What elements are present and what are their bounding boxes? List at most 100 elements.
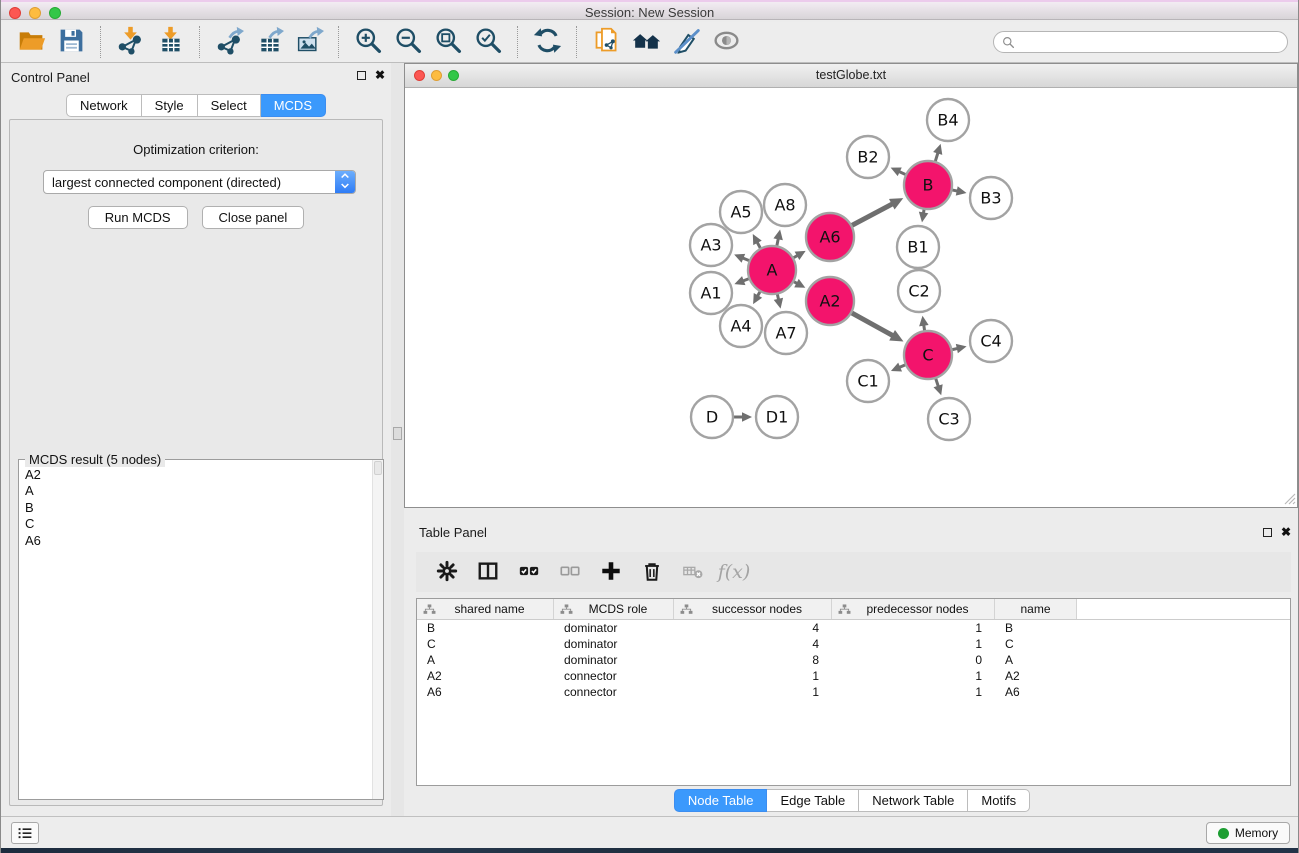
graph-node-C1[interactable]: C1	[847, 360, 889, 402]
save-session-button[interactable]	[51, 24, 91, 60]
memory-button[interactable]: Memory	[1206, 822, 1290, 844]
task-history-button[interactable]	[11, 822, 39, 844]
home-view-button[interactable]	[626, 24, 666, 60]
graph-node-C2[interactable]: C2	[898, 270, 940, 312]
graph-node-B3[interactable]: B3	[970, 177, 1012, 219]
import-network-button[interactable]	[110, 24, 150, 60]
column-header-shared-name[interactable]: shared name	[417, 599, 554, 619]
graph-node-D[interactable]: D	[691, 396, 733, 438]
table-cell[interactable]: 1	[832, 668, 995, 684]
graph-node-B4[interactable]: B4	[927, 99, 969, 141]
table-cell[interactable]: A6	[995, 684, 1077, 700]
tab-edge-table[interactable]: Edge Table	[767, 789, 859, 812]
graph-node-A6[interactable]: A6	[806, 213, 854, 261]
table-cell[interactable]: 8	[674, 652, 832, 668]
result-scrollbar[interactable]	[372, 460, 383, 799]
mcds-result-item[interactable]: A6	[25, 533, 366, 549]
export-image-button[interactable]	[289, 24, 329, 60]
open-file-button[interactable]	[11, 24, 51, 60]
panel-divider[interactable]	[391, 63, 404, 816]
graph-node-C4[interactable]: C4	[970, 320, 1012, 362]
annotation-mode-button[interactable]	[666, 24, 706, 60]
table-cell[interactable]: dominator	[554, 652, 674, 668]
table-cell[interactable]: A	[995, 652, 1077, 668]
table-cell[interactable]: A6	[417, 684, 554, 700]
graph-node-A[interactable]: A	[748, 246, 796, 294]
tab-network-table[interactable]: Network Table	[859, 789, 968, 812]
tab-network[interactable]: Network	[66, 94, 142, 117]
graph-node-A8[interactable]: A8	[764, 184, 806, 226]
tab-node-table[interactable]: Node Table	[674, 789, 768, 812]
table-cell[interactable]: dominator	[554, 620, 674, 636]
column-header-MCDS-role[interactable]: MCDS role	[554, 599, 674, 619]
graph-node-C[interactable]: C	[904, 331, 952, 379]
table-settings-button[interactable]	[432, 557, 462, 587]
delete-row-button[interactable]	[637, 557, 667, 587]
edge-A6-B[interactable]	[849, 203, 893, 226]
table-cell[interactable]: 1	[832, 636, 995, 652]
table-cell[interactable]: B	[995, 620, 1077, 636]
table-cell[interactable]: 4	[674, 636, 832, 652]
graph-node-A1[interactable]: A1	[690, 272, 732, 314]
zoom-selected-button[interactable]	[468, 24, 508, 60]
mcds-result-item[interactable]: B	[25, 500, 366, 516]
table-cell[interactable]: B	[417, 620, 554, 636]
table-cell[interactable]: 1	[832, 620, 995, 636]
zoom-out-button[interactable]	[388, 24, 428, 60]
table-cell[interactable]: C	[417, 636, 554, 652]
table-cell[interactable]: 1	[832, 684, 995, 700]
graph-node-A7[interactable]: A7	[765, 312, 807, 354]
export-network-button[interactable]	[209, 24, 249, 60]
table-cell[interactable]: connector	[554, 684, 674, 700]
mcds-result-list[interactable]: A2ABCA6	[20, 463, 371, 798]
table-cell[interactable]: 1	[674, 684, 832, 700]
zoom-fit-button[interactable]	[428, 24, 468, 60]
graph-node-A3[interactable]: A3	[690, 224, 732, 266]
close-panel-button[interactable]: Close panel	[202, 206, 305, 229]
network-window-titlebar[interactable]: testGlobe.txt	[405, 64, 1297, 88]
table-cell[interactable]: 4	[674, 620, 832, 636]
resize-grip-icon[interactable]	[1282, 491, 1296, 505]
refresh-network-button[interactable]	[527, 24, 567, 60]
divider-handle[interactable]	[393, 427, 402, 440]
column-header-successor-nodes[interactable]: successor nodes	[674, 599, 832, 619]
mcds-result-item[interactable]: A2	[25, 467, 366, 483]
show-hide-panel-button[interactable]	[706, 24, 746, 60]
mcds-result-item[interactable]: A	[25, 483, 366, 499]
export-table-button[interactable]	[249, 24, 289, 60]
graph-node-B1[interactable]: B1	[897, 226, 939, 268]
column-header-predecessor-nodes[interactable]: predecessor nodes	[832, 599, 995, 619]
mcds-result-item[interactable]: C	[25, 516, 366, 532]
tab-mcds[interactable]: MCDS	[261, 94, 326, 117]
table-cell[interactable]: A	[417, 652, 554, 668]
import-table-button[interactable]	[150, 24, 190, 60]
column-header-name[interactable]: name	[995, 599, 1077, 619]
tab-motifs[interactable]: Motifs	[968, 789, 1030, 812]
edge-A2-C[interactable]	[849, 312, 894, 337]
search-input[interactable]	[1020, 35, 1279, 49]
table-cell[interactable]: 0	[832, 652, 995, 668]
tab-style[interactable]: Style	[142, 94, 198, 117]
add-row-button[interactable]	[596, 557, 626, 587]
column-visibility-button[interactable]	[473, 557, 503, 587]
graph-node-A5[interactable]: A5	[720, 191, 762, 233]
table-cell[interactable]: 1	[674, 668, 832, 684]
network-canvas[interactable]: B4B2BB3A5A8A6A3B1AA1C2A2A4A7CC4C1C3DD1	[405, 88, 1297, 506]
search-field[interactable]	[993, 31, 1288, 53]
float-panel-icon[interactable]	[357, 71, 366, 80]
table-cell[interactable]: A2	[995, 668, 1077, 684]
graph-node-C3[interactable]: C3	[928, 398, 970, 440]
select-all-button[interactable]	[514, 557, 544, 587]
deselect-all-button[interactable]	[555, 557, 585, 587]
graph-node-A2[interactable]: A2	[806, 277, 854, 325]
table-cell[interactable]: A2	[417, 668, 554, 684]
graph-node-A4[interactable]: A4	[720, 305, 762, 347]
zoom-in-button[interactable]	[348, 24, 388, 60]
run-mcds-button[interactable]: Run MCDS	[88, 206, 188, 229]
close-panel-icon[interactable]: ✖	[375, 69, 385, 81]
table-close-panel-icon[interactable]: ✖	[1281, 526, 1291, 538]
table-float-panel-icon[interactable]	[1263, 528, 1272, 537]
graph-node-D1[interactable]: D1	[756, 396, 798, 438]
duplicate-network-button[interactable]	[586, 24, 626, 60]
network-graph[interactable]: B4B2BB3A5A8A6A3B1AA1C2A2A4A7CC4C1C3DD1	[405, 88, 1297, 506]
